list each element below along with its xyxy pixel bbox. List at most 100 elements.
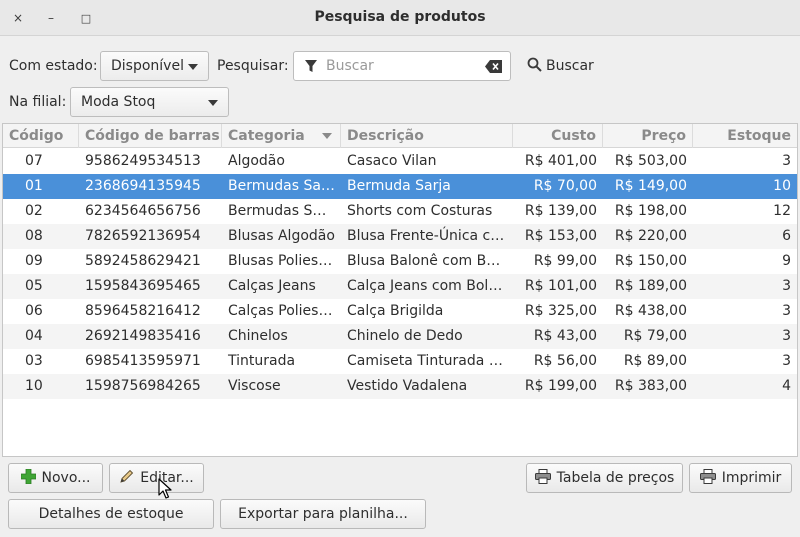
branch-label: Na filial: bbox=[9, 94, 67, 110]
cell-description: Calça Jeans com Bols… bbox=[347, 278, 510, 294]
table-row[interactable]: 01 2368694135945 Bermudas Sarja Bermuda Sar… bbox=[3, 174, 797, 199]
table-row[interactable]: 04 2692149835416 Chinelos Chinelo de Dedo R$… bbox=[3, 324, 797, 349]
cell-category: Algodão bbox=[228, 153, 285, 169]
cell-stock: 10 bbox=[773, 178, 791, 194]
cell-stock: 3 bbox=[782, 303, 791, 319]
cell-price: R$ 149,00 bbox=[614, 178, 687, 194]
cell-cost: R$ 43,00 bbox=[533, 328, 597, 344]
table-row[interactable]: 07 9586249534513 Algodão Casaco Vilan R$ 401… bbox=[3, 149, 797, 174]
title-bar: × – □ Pesquisa de produtos bbox=[0, 0, 800, 36]
cell-category: Bermudas Sarja bbox=[228, 178, 340, 194]
search-field[interactable] bbox=[293, 51, 511, 81]
stock-details-button[interactable]: Detalhes de estoque bbox=[8, 499, 214, 529]
cell-description: Bermuda Sarja bbox=[347, 178, 451, 194]
cell-code: 04 bbox=[25, 328, 43, 344]
cell-category: Chinelos bbox=[228, 328, 288, 344]
cell-description: Camiseta Tinturada X… bbox=[347, 353, 513, 369]
cell-price: R$ 189,00 bbox=[614, 278, 687, 294]
cell-price: R$ 220,00 bbox=[614, 228, 687, 244]
cell-code: 08 bbox=[25, 228, 43, 244]
search-button[interactable]: Buscar bbox=[521, 51, 600, 81]
sort-descending-icon bbox=[322, 133, 332, 139]
column-header-code[interactable]: Código bbox=[3, 124, 79, 148]
table-row[interactable]: 09 5892458629421 Blusas Poliester Blusa Bal… bbox=[3, 249, 797, 274]
cell-stock: 3 bbox=[782, 153, 791, 169]
search-icon bbox=[527, 57, 542, 76]
state-combo[interactable]: Disponível bbox=[100, 51, 209, 81]
new-button-label: Novo... bbox=[41, 470, 91, 486]
table-row[interactable]: 10 1598756984265 Viscose Vestido Vadalena R$… bbox=[3, 374, 797, 399]
cell-code: 02 bbox=[25, 203, 43, 219]
cell-stock: 6 bbox=[782, 228, 791, 244]
export-spreadsheet-button[interactable]: Exportar para planilha... bbox=[220, 499, 426, 529]
cell-category: Calças Poliester bbox=[228, 303, 339, 319]
cell-cost: R$ 56,00 bbox=[533, 353, 597, 369]
cell-stock: 3 bbox=[782, 328, 791, 344]
print-button[interactable]: Imprimir bbox=[689, 463, 792, 493]
cell-barcode: 2692149835416 bbox=[85, 328, 201, 344]
cell-stock: 4 bbox=[782, 378, 791, 394]
cell-barcode: 1598756984265 bbox=[85, 378, 201, 394]
cell-category: Blusas Poliester bbox=[228, 253, 339, 269]
cell-barcode: 7826592136954 bbox=[85, 228, 201, 244]
cell-description: Casaco Vilan bbox=[347, 153, 437, 169]
column-header-price[interactable]: Preço bbox=[603, 124, 693, 148]
cell-category: Calças Jeans bbox=[228, 278, 316, 294]
cell-code: 03 bbox=[25, 353, 43, 369]
stock-details-button-label: Detalhes de estoque bbox=[38, 506, 184, 522]
table-row[interactable]: 03 6985413595971 Tinturada Camiseta Tintura… bbox=[3, 349, 797, 374]
cell-stock: 9 bbox=[782, 253, 791, 269]
branch-combo[interactable]: Moda Stoq bbox=[70, 87, 229, 117]
cell-barcode: 2368694135945 bbox=[85, 178, 201, 194]
cell-price: R$ 198,00 bbox=[614, 203, 687, 219]
edit-button[interactable]: Editar... bbox=[109, 463, 204, 493]
search-label: Pesquisar: bbox=[217, 58, 289, 74]
table-row[interactable]: 08 7826592136954 Blusas Algodão Blusa Frent… bbox=[3, 224, 797, 249]
filter-icon[interactable] bbox=[304, 59, 318, 78]
table-row[interactable]: 02 6234564656756 Bermudas Shorts Shorts com… bbox=[3, 199, 797, 224]
cell-stock: 3 bbox=[782, 353, 791, 369]
table-row[interactable]: 05 1595843695465 Calças Jeans Calça Jeans c… bbox=[3, 274, 797, 299]
clear-search-icon[interactable] bbox=[485, 60, 502, 77]
new-button[interactable]: Novo... bbox=[8, 463, 103, 493]
cell-category: Blusas Algodão bbox=[228, 228, 335, 244]
column-header-cost[interactable]: Custo bbox=[513, 124, 603, 148]
cell-price: R$ 438,00 bbox=[614, 303, 687, 319]
cell-category: Tinturada bbox=[228, 353, 296, 369]
cell-description: Chinelo de Dedo bbox=[347, 328, 463, 344]
cell-cost: R$ 101,00 bbox=[524, 278, 597, 294]
pencil-icon bbox=[119, 469, 134, 488]
column-header-category[interactable]: Categoria bbox=[222, 124, 341, 148]
cell-description: Calça Brigilda bbox=[347, 303, 444, 319]
column-header-barcode[interactable]: Código de barras bbox=[79, 124, 222, 148]
search-button-label: Buscar bbox=[546, 58, 594, 74]
column-header-category-label: Categoria bbox=[228, 128, 305, 144]
cell-barcode: 8596458216412 bbox=[85, 303, 201, 319]
cell-code: 06 bbox=[25, 303, 43, 319]
mouse-pointer-icon bbox=[158, 478, 172, 504]
cell-price: R$ 79,00 bbox=[623, 328, 687, 344]
chevron-down-icon bbox=[188, 64, 198, 70]
window-title: Pesquisa de produtos bbox=[314, 9, 486, 25]
cell-cost: R$ 70,00 bbox=[533, 178, 597, 194]
cell-barcode: 5892458629421 bbox=[85, 253, 201, 269]
cell-cost: R$ 153,00 bbox=[524, 228, 597, 244]
price-table-button[interactable]: Tabela de preços bbox=[526, 463, 683, 493]
cell-stock: 12 bbox=[773, 203, 791, 219]
cell-price: R$ 383,00 bbox=[614, 378, 687, 394]
cell-price: R$ 503,00 bbox=[614, 153, 687, 169]
cell-code: 09 bbox=[25, 253, 43, 269]
cell-category: Bermudas Shorts bbox=[228, 203, 341, 219]
products-table[interactable]: Código Código de barras Categoria Descri… bbox=[2, 123, 798, 457]
cell-code: 01 bbox=[25, 178, 43, 194]
print-button-label: Imprimir bbox=[721, 470, 782, 486]
printer-icon bbox=[699, 468, 716, 488]
cell-stock: 3 bbox=[782, 278, 791, 294]
cell-description: Blusa Balonê com Bo… bbox=[347, 253, 509, 269]
cell-cost: R$ 139,00 bbox=[524, 203, 597, 219]
column-header-stock[interactable]: Estoque bbox=[693, 124, 797, 148]
table-header: Código Código de barras Categoria Descri… bbox=[3, 124, 797, 148]
column-header-description[interactable]: Descrição bbox=[341, 124, 513, 148]
table-row[interactable]: 06 8596458216412 Calças Poliester Calça Bri… bbox=[3, 299, 797, 324]
search-input[interactable] bbox=[326, 56, 476, 76]
